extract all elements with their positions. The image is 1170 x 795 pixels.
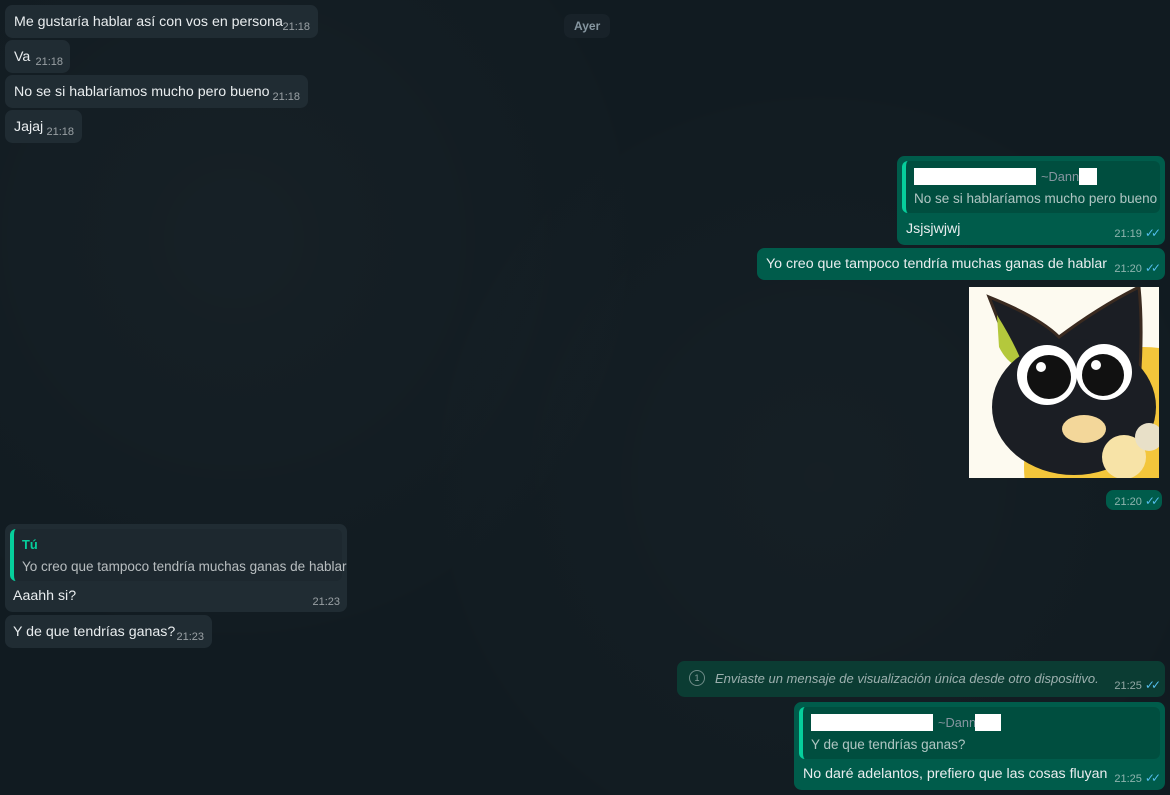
double-check-icon: ✓✓: [1144, 261, 1161, 275]
message-time: 21:25: [1114, 680, 1142, 692]
message-text: Aaahh si?: [13, 588, 77, 604]
message-meta: 21:25 ✓✓: [1114, 677, 1161, 693]
message-meta: 21:20 ✓✓: [1114, 260, 1161, 276]
message-text: Jajaj: [14, 119, 44, 135]
quoted-message[interactable]: ~Dann No se si hablaríamos mucho pero bu…: [902, 161, 1160, 213]
message-text: No daré adelantos, prefiero que las cosa…: [803, 766, 1108, 782]
message-time: 21:18: [272, 91, 300, 103]
chat-panel: Ayer Me gustaría hablar así con vos en p…: [0, 0, 1170, 795]
message-incoming[interactable]: Y de que tendrías ganas? 21:23: [5, 615, 212, 648]
message-text: Va: [14, 49, 31, 65]
date-separator: Ayer: [564, 14, 611, 38]
message-time: 21:23: [176, 631, 204, 643]
quote-text: No se si hablaríamos mucho pero bueno: [914, 191, 1158, 206]
message-meta: 21:20 ✓✓: [1114, 493, 1161, 509]
redacted-block: [1079, 168, 1097, 185]
redacted-block: [914, 168, 1036, 185]
message-meta: 21:25 ✓✓: [1114, 770, 1161, 786]
message-text: Yo creo que tampoco tendría muchas ganas…: [766, 256, 1107, 272]
message-outgoing[interactable]: Yo creo que tampoco tendría muchas ganas…: [757, 248, 1165, 280]
quoted-message[interactable]: ~Dann Y de que tendrías ganas?: [799, 707, 1160, 759]
black-cat-sticker: [986, 287, 1159, 478]
quote-author: ~Dann: [938, 715, 977, 730]
message-text: Me gustaría hablar así con vos en person…: [14, 14, 283, 30]
message-outgoing-reply[interactable]: ~Dann No se si hablaríamos mucho pero bu…: [897, 156, 1165, 245]
quoted-message[interactable]: Tú Yo creo que tampoco tendría muchas ga…: [10, 529, 346, 581]
double-check-icon: ✓✓: [1144, 494, 1161, 508]
message-incoming[interactable]: Jajaj 21:18: [5, 110, 82, 143]
message-text: No se si hablaríamos mucho pero bueno: [14, 84, 270, 100]
message-time: 21:18: [46, 126, 74, 138]
message-text: Jsjsjwjwj: [906, 221, 961, 237]
message-outgoing-reply[interactable]: ~Dann Y de que tendrías ganas? No daré a…: [794, 702, 1165, 790]
quote-author: Tú: [22, 537, 38, 552]
sticker-meta: 21:20 ✓✓: [1106, 490, 1162, 510]
message-text: Y de que tendrías ganas?: [13, 624, 176, 640]
message-view-once[interactable]: 1 Enviaste un mensaje de visualización ú…: [677, 661, 1165, 697]
quote-author: ~Dann: [1041, 169, 1080, 184]
message-time: 21:18: [282, 21, 310, 33]
message-incoming[interactable]: Me gustaría hablar así con vos en person…: [5, 5, 318, 38]
message-text: Enviaste un mensaje de visualización úni…: [715, 671, 1099, 686]
message-meta: 21:19 ✓✓: [1114, 225, 1161, 241]
sticker-image[interactable]: [969, 287, 1159, 478]
quote-text: Yo creo que tampoco tendría muchas ganas…: [22, 559, 347, 574]
message-incoming[interactable]: Va 21:18: [5, 40, 70, 73]
double-check-icon: ✓✓: [1144, 226, 1161, 240]
message-time: 21:18: [35, 56, 63, 68]
double-check-icon: ✓✓: [1144, 678, 1161, 692]
redacted-block: [975, 714, 1001, 731]
message-time: 21:20: [1114, 496, 1142, 508]
quote-text: Y de que tendrías ganas?: [811, 737, 966, 752]
redacted-block: [811, 714, 933, 731]
message-incoming-reply[interactable]: Tú Yo creo que tampoco tendría muchas ga…: [5, 524, 347, 612]
message-time: 21:20: [1114, 263, 1142, 275]
message-time: 21:19: [1114, 228, 1142, 240]
message-time: 21:25: [1114, 773, 1142, 785]
double-check-icon: ✓✓: [1144, 771, 1161, 785]
message-incoming[interactable]: No se si hablaríamos mucho pero bueno 21…: [5, 75, 308, 108]
message-time: 21:23: [312, 596, 340, 608]
view-once-icon: 1: [689, 670, 705, 686]
